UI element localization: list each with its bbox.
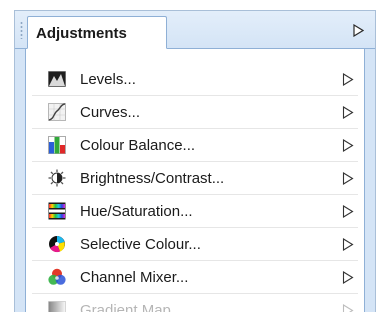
item-label: Channel Mixer... — [80, 269, 189, 286]
list-item-channel-mixer[interactable]: Channel Mixer... — [32, 261, 358, 294]
item-label: Curves... — [80, 104, 141, 121]
list-item-curves[interactable]: Curves... — [32, 96, 358, 129]
colour-balance-icon — [48, 136, 66, 154]
hue-saturation-icon — [48, 202, 66, 220]
submenu-arrow-icon — [342, 139, 354, 152]
item-label: Levels... — [80, 71, 136, 88]
adjustments-list: Levels... Curves... Colour Balance... Br… — [25, 49, 365, 312]
drag-grip-icon[interactable] — [20, 21, 23, 39]
tab-adjustments[interactable]: Adjustments — [27, 16, 167, 49]
submenu-arrow-icon — [342, 205, 354, 218]
list-item-brightness-contrast[interactable]: Brightness/Contrast... — [32, 162, 358, 195]
submenu-arrow-icon — [342, 304, 354, 312]
selective-colour-icon — [49, 236, 65, 253]
item-label: Colour Balance... — [80, 137, 196, 154]
submenu-arrow-icon — [342, 106, 354, 119]
item-label: Gradient Map... — [80, 302, 184, 312]
levels-icon — [48, 71, 66, 87]
gradient-map-icon — [48, 301, 66, 312]
tab-adjustments-label: Adjustments — [36, 25, 127, 42]
item-label: Hue/Saturation... — [80, 203, 193, 220]
panel-header: Adjustments — [15, 11, 375, 49]
submenu-arrow-icon — [342, 238, 354, 251]
submenu-arrow-icon — [342, 271, 354, 284]
panel-menu-button[interactable] — [351, 23, 365, 37]
item-label: Selective Colour... — [80, 236, 201, 253]
submenu-arrow-icon — [342, 73, 354, 86]
list-item-gradient-map[interactable]: Gradient Map... — [32, 294, 358, 312]
list-item-colour-balance[interactable]: Colour Balance... — [32, 129, 358, 162]
list-item-hue-saturation[interactable]: Hue/Saturation... — [32, 195, 358, 228]
list-item-selective-colour[interactable]: Selective Colour... — [32, 228, 358, 261]
channel-mixer-icon — [48, 268, 66, 285]
brightness-contrast-icon — [48, 169, 66, 187]
submenu-arrow-icon — [342, 172, 354, 185]
curves-icon — [48, 103, 66, 121]
adjustments-panel: Adjustments Levels... Curves... Colour B… — [14, 10, 376, 312]
item-label: Brightness/Contrast... — [80, 170, 225, 187]
triangle-right-icon — [353, 23, 364, 37]
list-item-levels[interactable]: Levels... — [32, 63, 358, 96]
